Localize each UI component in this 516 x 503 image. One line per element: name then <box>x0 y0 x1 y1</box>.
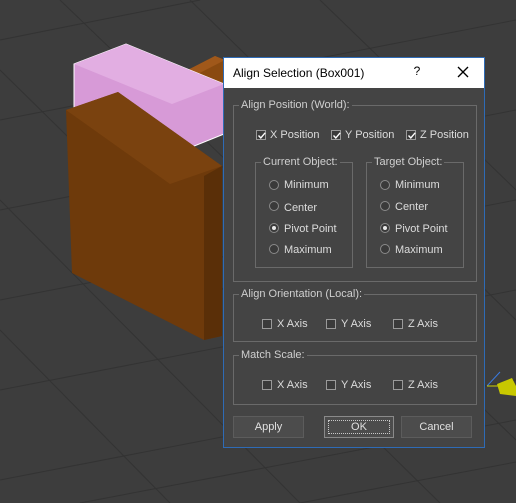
match-scale-label: Match Scale: <box>239 349 307 361</box>
target-pivot-point-radio[interactable] <box>380 223 390 233</box>
help-button[interactable]: ? <box>411 64 423 78</box>
target-center-radio[interactable] <box>380 201 390 211</box>
target-object-label: Target Object: <box>372 156 445 168</box>
orientation-x-axis-checkbox[interactable] <box>262 319 272 329</box>
align-position-label: Align Position (World): <box>239 99 352 111</box>
scale-z-axis-label[interactable]: Z Axis <box>408 379 438 391</box>
scale-y-axis-checkbox[interactable] <box>326 380 336 390</box>
x-position-checkbox[interactable] <box>256 130 266 140</box>
ok-button[interactable]: OK <box>324 416 394 438</box>
target-maximum-label[interactable]: Maximum <box>395 244 443 256</box>
scale-x-axis-checkbox[interactable] <box>262 380 272 390</box>
y-position-checkbox[interactable] <box>331 130 341 140</box>
target-minimum-radio[interactable] <box>380 180 390 190</box>
target-minimum-label[interactable]: Minimum <box>395 179 440 191</box>
checkmark-icon <box>407 132 416 140</box>
align-orientation-label: Align Orientation (Local): <box>239 288 365 300</box>
scale-x-axis-label[interactable]: X Axis <box>277 379 308 391</box>
cancel-button[interactable]: Cancel <box>401 416 472 438</box>
orientation-y-axis-label[interactable]: Y Axis <box>341 318 371 330</box>
scale-z-axis-checkbox[interactable] <box>393 380 403 390</box>
target-object-group: Target Object: Minimum Center Pivot Poin… <box>366 156 464 268</box>
orientation-x-axis-label[interactable]: X Axis <box>277 318 308 330</box>
close-icon <box>457 66 469 78</box>
dialog-title: Align Selection (Box001) <box>233 66 365 80</box>
checkmark-icon <box>257 132 266 140</box>
z-position-label[interactable]: Z Position <box>420 129 469 141</box>
current-minimum-label[interactable]: Minimum <box>284 179 329 191</box>
apply-button[interactable]: Apply <box>233 416 304 438</box>
current-pivot-point-radio[interactable] <box>269 223 279 233</box>
target-pivot-point-label[interactable]: Pivot Point <box>395 223 448 235</box>
close-button[interactable] <box>453 62 473 82</box>
target-center-label[interactable]: Center <box>395 201 428 213</box>
orientation-z-axis-label[interactable]: Z Axis <box>408 318 438 330</box>
match-scale-group: Match Scale: X Axis Y Axis Z Axis <box>233 349 477 405</box>
current-object-label: Current Object: <box>261 156 340 168</box>
orientation-y-axis-checkbox[interactable] <box>326 319 336 329</box>
target-maximum-radio[interactable] <box>380 244 390 254</box>
current-object-group: Current Object: Minimum Center Pivot Poi… <box>255 156 353 268</box>
scale-y-axis-label[interactable]: Y Axis <box>341 379 371 391</box>
z-position-checkbox[interactable] <box>406 130 416 140</box>
current-minimum-radio[interactable] <box>269 180 279 190</box>
checkmark-icon <box>332 132 341 140</box>
focus-ring <box>328 420 390 434</box>
dialog-titlebar[interactable]: Align Selection (Box001) ? <box>224 58 484 88</box>
orientation-z-axis-checkbox[interactable] <box>393 319 403 329</box>
current-pivot-point-label[interactable]: Pivot Point <box>284 223 337 235</box>
align-selection-dialog: Align Selection (Box001) ? Align Positio… <box>223 57 485 448</box>
current-center-radio[interactable] <box>269 201 279 211</box>
align-orientation-group: Align Orientation (Local): X Axis Y Axis… <box>233 288 477 342</box>
y-position-label[interactable]: Y Position <box>345 129 394 141</box>
x-position-label[interactable]: X Position <box>270 129 320 141</box>
current-maximum-radio[interactable] <box>269 244 279 254</box>
current-center-label[interactable]: Center <box>284 202 317 214</box>
align-position-group: Align Position (World): X Position Y Pos… <box>233 99 477 282</box>
current-maximum-label[interactable]: Maximum <box>284 244 332 256</box>
